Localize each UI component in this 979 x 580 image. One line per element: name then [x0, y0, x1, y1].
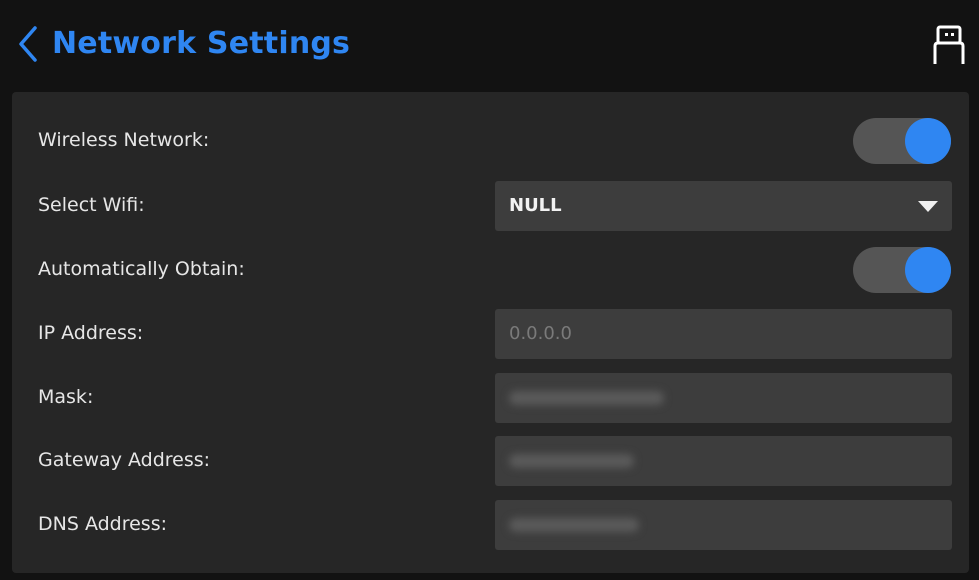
- mask-row: Mask:: [12, 369, 969, 425]
- mask-field[interactable]: [495, 373, 952, 423]
- redacted-value: [509, 518, 639, 532]
- select-wifi-row: Select Wifi: NULL: [12, 177, 969, 233]
- gateway-address-field[interactable]: [495, 436, 952, 486]
- dropdown-arrow-icon: [918, 201, 938, 212]
- toggle-knob: [905, 247, 951, 293]
- header: Network Settings: [0, 0, 979, 90]
- auto-obtain-row: Automatically Obtain:: [12, 241, 969, 297]
- ip-address-label: IP Address:: [38, 322, 144, 344]
- dns-address-row: DNS Address:: [12, 496, 969, 552]
- mask-label: Mask:: [38, 386, 94, 408]
- chevron-left-icon: [19, 26, 37, 62]
- settings-panel: Wireless Network: Select Wifi: NULL Auto…: [12, 92, 969, 573]
- toggle-knob: [905, 118, 951, 164]
- device-button[interactable]: [929, 22, 969, 68]
- auto-obtain-toggle[interactable]: [853, 247, 951, 293]
- ip-address-field[interactable]: 0.0.0.0: [495, 309, 952, 359]
- wifi-select-value: NULL: [509, 195, 562, 216]
- usb-device-icon: [933, 25, 965, 64]
- wireless-network-toggle[interactable]: [853, 118, 951, 164]
- wifi-select[interactable]: NULL: [495, 181, 952, 231]
- redacted-value: [509, 391, 664, 405]
- dns-address-field[interactable]: [495, 500, 952, 550]
- auto-obtain-label: Automatically Obtain:: [38, 258, 245, 280]
- back-button[interactable]: [8, 20, 48, 68]
- gateway-address-label: Gateway Address:: [38, 449, 211, 471]
- wireless-network-label: Wireless Network:: [38, 129, 210, 151]
- ip-address-placeholder: 0.0.0.0: [509, 323, 572, 344]
- ip-address-row: IP Address: 0.0.0.0: [12, 305, 969, 361]
- redacted-value: [509, 454, 634, 468]
- wireless-network-row: Wireless Network:: [12, 112, 969, 168]
- page-title: Network Settings: [52, 26, 351, 61]
- gateway-address-row: Gateway Address:: [12, 432, 969, 488]
- select-wifi-label: Select Wifi:: [38, 194, 145, 216]
- dns-address-label: DNS Address:: [38, 513, 168, 535]
